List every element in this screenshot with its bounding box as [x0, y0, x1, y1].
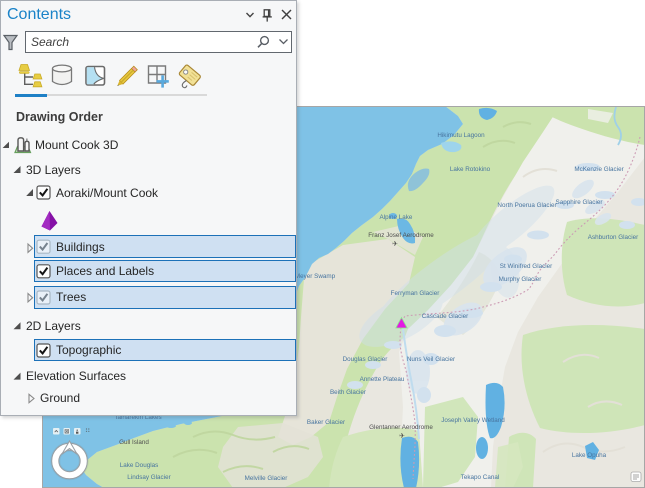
svg-text:McKenzie Glacier: McKenzie Glacier: [574, 166, 623, 173]
svg-text:Douglas Glacier: Douglas Glacier: [343, 356, 388, 363]
svg-text:Ashburton Glacier: Ashburton Glacier: [588, 234, 638, 241]
svg-text:✈: ✈: [399, 433, 405, 440]
svg-text:Alpine Lake: Alpine Lake: [380, 214, 413, 221]
svg-text:Tekapo Canal: Tekapo Canal: [461, 474, 500, 481]
svg-text:Hikimutu Lagoon: Hikimutu Lagoon: [437, 132, 485, 139]
svg-text:North Poerua Glacier: North Poerua Glacier: [497, 202, 556, 209]
svg-text:Baker Glacier: Baker Glacier: [307, 419, 345, 426]
svg-text:Cascade Glacier: Cascade Glacier: [422, 313, 469, 320]
svg-text:Glentanner Aerodrome: Glentanner Aerodrome: [369, 424, 433, 431]
svg-text:Franz Josef Aerodrome: Franz Josef Aerodrome: [368, 232, 434, 239]
svg-text:Lake Opuha: Lake Opuha: [572, 452, 607, 459]
svg-text:Joseph Valley Wetland: Joseph Valley Wetland: [441, 417, 505, 424]
svg-text:Meyer Swamp: Meyer Swamp: [295, 273, 336, 280]
svg-text:Gull Island: Gull Island: [119, 439, 149, 446]
svg-text:Sapphire Glacier: Sapphire Glacier: [556, 199, 603, 206]
svg-text:Nuns Veil Glacier: Nuns Veil Glacier: [407, 356, 455, 363]
svg-text:Lindsay Glacier: Lindsay Glacier: [127, 474, 170, 481]
svg-text:Lake Rotokino: Lake Rotokino: [450, 166, 491, 173]
svg-text:Lake Douglas: Lake Douglas: [120, 462, 159, 469]
svg-text:✈: ✈: [392, 241, 398, 248]
svg-text:Beith Glacier: Beith Glacier: [330, 389, 366, 396]
svg-text:Ferryman Glacier: Ferryman Glacier: [391, 290, 440, 297]
svg-text:St Winifred Glacier: St Winifred Glacier: [500, 263, 553, 270]
svg-text:Melville Glacier: Melville Glacier: [245, 475, 288, 482]
svg-text:Murphy Glacier: Murphy Glacier: [499, 276, 542, 283]
svg-text:Annette Plateau: Annette Plateau: [360, 376, 405, 383]
